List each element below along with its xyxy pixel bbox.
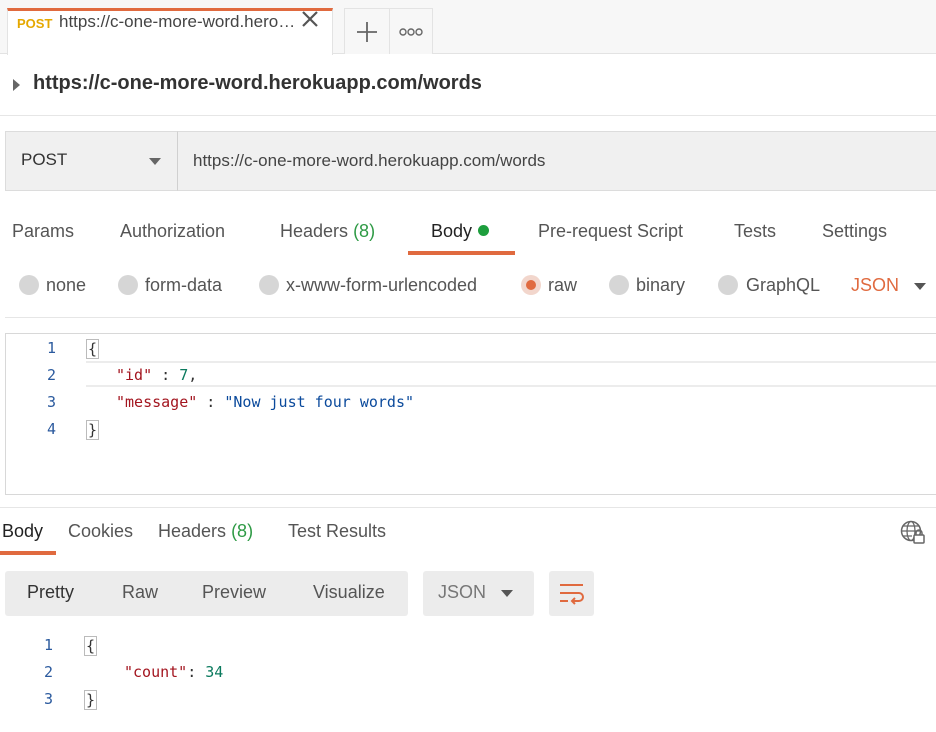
more-horizontal-icon — [399, 28, 423, 36]
line-number: 2 — [46, 366, 56, 384]
json-comma: , — [188, 366, 198, 384]
url-input[interactable] — [178, 131, 936, 191]
response-tab-cookies[interactable]: Cookies — [68, 521, 133, 542]
json-separator: : — [152, 366, 180, 384]
radio-graphql[interactable] — [718, 275, 738, 295]
radio-form-data-label[interactable]: form-data — [145, 275, 222, 296]
response-tab-body[interactable]: Body — [2, 521, 43, 542]
line-number: 2 — [43, 663, 53, 681]
tab-body-label: Body — [431, 221, 473, 241]
close-icon[interactable] — [299, 8, 321, 30]
code-line: } — [84, 690, 98, 710]
line-number: 3 — [46, 393, 56, 411]
json-separator: : — [197, 393, 225, 411]
code-line: "message" : "Now just four words" — [116, 393, 414, 411]
json-separator: : — [187, 663, 206, 681]
chevron-down-icon — [149, 158, 161, 165]
code-line: "count": 34 — [124, 663, 223, 681]
view-pretty-button[interactable]: Pretty — [27, 582, 74, 603]
brace: } — [84, 690, 98, 710]
new-tab-button[interactable] — [344, 8, 390, 54]
wrap-lines-icon — [560, 584, 584, 605]
json-key: "message" — [116, 393, 198, 411]
brace: { — [84, 636, 98, 656]
radio-binary-label[interactable]: binary — [636, 275, 685, 296]
tab-headers-label: Headers — [280, 221, 349, 241]
response-format-label: JSON — [438, 582, 487, 602]
tab-tests[interactable]: Tests — [734, 221, 776, 242]
line-number: 1 — [43, 636, 53, 654]
code-line: { — [86, 339, 100, 359]
code-line: } — [86, 420, 100, 440]
tab-params[interactable]: Params — [12, 221, 74, 242]
json-key: "count" — [124, 663, 188, 681]
tab-prerequest-script[interactable]: Pre-request Script — [538, 221, 683, 242]
line-number: 1 — [46, 339, 56, 357]
wrap-lines-button[interactable] — [549, 571, 594, 616]
divider — [0, 507, 936, 508]
chevron-down-icon — [501, 590, 513, 597]
plus-icon — [357, 22, 377, 42]
headers-count: (8) — [231, 521, 254, 541]
line-number: 3 — [43, 690, 53, 708]
chevron-down-icon[interactable] — [914, 283, 926, 290]
brace: { — [86, 339, 100, 359]
radio-none-label[interactable]: none — [46, 275, 86, 296]
json-number: 7 — [179, 366, 189, 384]
view-preview-button[interactable]: Preview — [202, 582, 266, 603]
response-tab-test-results[interactable]: Test Results — [288, 521, 386, 542]
active-tab-indicator — [408, 251, 515, 255]
tab-body[interactable]: Body — [431, 221, 490, 242]
code-line: { — [84, 636, 98, 656]
body-format-select[interactable]: JSON — [851, 275, 899, 296]
divider — [0, 115, 936, 116]
tab-options-button[interactable] — [390, 8, 433, 54]
status-dot-icon — [478, 225, 490, 236]
radio-none[interactable] — [19, 275, 39, 295]
radio-graphql-label[interactable]: GraphQL — [746, 275, 820, 296]
globe-lock-icon[interactable] — [900, 520, 926, 546]
radio-binary[interactable] — [609, 275, 629, 295]
tab-title[interactable]: https://c-one-more-word.herokuapp.com/wo… — [59, 12, 299, 32]
line-number: 4 — [46, 420, 56, 438]
code-line: "id" : 7, — [116, 366, 197, 384]
radio-urlencoded[interactable] — [259, 275, 279, 295]
tab-headers[interactable]: Headers (8) — [280, 221, 375, 242]
active-tab-indicator — [0, 551, 56, 555]
tab-authorization[interactable]: Authorization — [120, 221, 225, 242]
brace: } — [86, 420, 100, 440]
method-label: POST — [21, 150, 68, 169]
radio-urlencoded-label[interactable]: x-www-form-urlencoded — [286, 275, 477, 296]
radio-raw-label[interactable]: raw — [548, 275, 577, 296]
caret-right-icon[interactable] — [13, 79, 20, 91]
response-tab-headers[interactable]: Headers (8) — [158, 521, 253, 542]
divider — [5, 317, 936, 318]
tab-method-badge: POST — [17, 16, 53, 31]
view-visualize-button[interactable]: Visualize — [313, 582, 385, 603]
json-string: "Now just four words" — [224, 393, 415, 411]
view-raw-button[interactable]: Raw — [122, 582, 158, 603]
json-key: "id" — [116, 366, 153, 384]
radio-form-data[interactable] — [118, 275, 138, 295]
tab-settings[interactable]: Settings — [822, 221, 887, 242]
active-line-highlight — [86, 361, 936, 387]
radio-raw[interactable] — [521, 275, 541, 295]
json-number: 34 — [205, 663, 224, 681]
request-body-editor[interactable] — [5, 333, 936, 495]
request-name: https://c-one-more-word.herokuapp.com/wo… — [33, 72, 482, 94]
headers-count: (8) — [353, 221, 376, 241]
response-tab-headers-label: Headers — [158, 521, 227, 541]
